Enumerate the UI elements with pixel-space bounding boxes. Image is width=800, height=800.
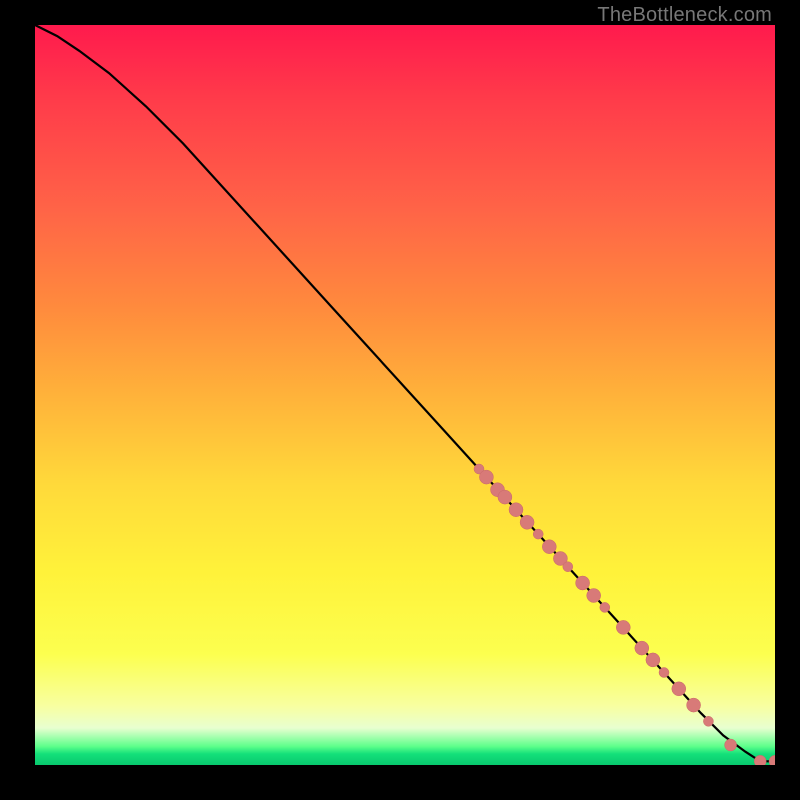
data-point [520,515,534,529]
data-point [725,739,737,751]
data-point [646,653,660,667]
curve-markers [474,464,775,765]
data-point [659,668,669,678]
bottleneck-curve [35,25,775,761]
data-point [687,698,701,712]
data-point [672,682,686,696]
data-point [587,589,601,603]
data-point [769,755,775,765]
data-point [498,490,512,504]
data-point [754,755,766,765]
data-point [533,529,543,539]
data-point [703,716,713,726]
stage: TheBottleneck.com [0,0,800,800]
chart-plot-area [35,25,775,765]
data-point [479,470,493,484]
data-point [616,620,630,634]
data-point [509,503,523,517]
watermark-text: TheBottleneck.com [597,4,772,27]
data-point [576,576,590,590]
data-point [563,562,573,572]
data-point [635,641,649,655]
chart-overlay [35,25,775,765]
data-point [600,602,610,612]
data-point [542,540,556,554]
